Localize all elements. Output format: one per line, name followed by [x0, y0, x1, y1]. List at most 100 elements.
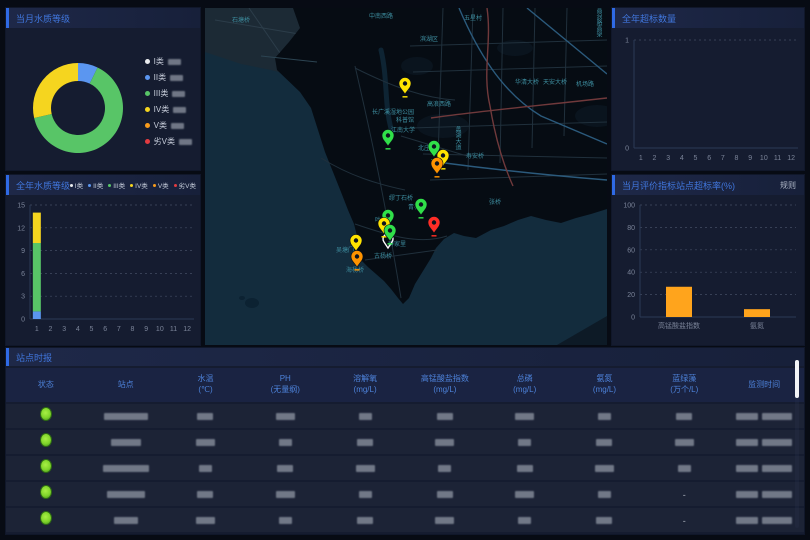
annual-legend-item-V类[interactable]: V类 [153, 180, 169, 190]
data-cell [405, 511, 485, 529]
redacted-value [279, 439, 292, 446]
legend-label: I类 [154, 56, 164, 67]
dashboard: 当月水质等级 I类II类III类IV类V类劣V类 全年水质等级 I类II类III… [0, 0, 810, 540]
data-cell [86, 459, 166, 477]
redacted-value [196, 439, 215, 446]
legend-item-劣V类[interactable]: 劣V类 [145, 136, 192, 147]
legend-item-III类[interactable]: III类 [145, 88, 192, 99]
legend-label: II类 [93, 180, 103, 190]
column-name: 蓝绿藻 [644, 374, 724, 385]
data-cell [166, 407, 246, 425]
redacted-value [762, 491, 792, 498]
stacked-bar-II类[interactable] [33, 311, 41, 319]
redacted-value [438, 465, 451, 472]
legend-label: V类 [158, 180, 169, 190]
svg-text:6: 6 [21, 271, 25, 278]
annual-grade-header: 全年水质等级 I类II类III类IV类V类劣V类 [6, 175, 200, 195]
data-cell: - [644, 485, 724, 503]
column-name: 监测时间 [724, 380, 804, 391]
table-row[interactable]: - [6, 508, 804, 532]
status-cell [6, 433, 86, 452]
monthly-rate-body: 020406080100高锰酸盐指数氨氮 [612, 195, 804, 345]
legend-label: IV类 [154, 104, 170, 115]
annual-exceed-panel: 全年超标数量 10123456789101112 [612, 8, 804, 170]
redacted-value [197, 413, 213, 420]
legend-value-redacted [171, 123, 184, 129]
legend-value-redacted [170, 75, 183, 81]
rules-link[interactable]: 规则 [780, 180, 796, 191]
station-table-title: 站点时报 [16, 351, 52, 364]
data-cell [166, 485, 246, 503]
svg-text:1: 1 [625, 38, 629, 45]
status-ok-icon [40, 407, 52, 421]
svg-text:20: 20 [627, 292, 635, 299]
annual-legend-item-III类[interactable]: III类 [108, 180, 125, 190]
legend-dot [130, 184, 133, 187]
redacted-value [518, 517, 531, 524]
map-label: 吴塘门 [336, 246, 354, 254]
rate-bar-氨氮[interactable] [744, 309, 770, 317]
svg-text:80: 80 [627, 225, 635, 232]
annual-exceed-chart: 10123456789101112 [612, 28, 804, 170]
annual-legend-item-IV类[interactable]: IV类 [130, 180, 148, 190]
legend-dot [70, 184, 73, 187]
svg-text:10: 10 [760, 155, 768, 162]
legend-value-redacted [173, 107, 186, 113]
redacted-value [736, 439, 758, 446]
table-row[interactable] [6, 404, 804, 428]
table-scrollbar-thumb[interactable] [795, 360, 799, 398]
data-cell [405, 485, 485, 503]
column-unit: (mg/L) [405, 385, 485, 396]
stacked-bar-III类[interactable] [33, 243, 41, 311]
svg-text:12: 12 [183, 326, 191, 333]
data-cell [86, 433, 166, 451]
data-cell [644, 407, 724, 425]
table-row[interactable] [6, 430, 804, 454]
data-cell [565, 485, 645, 503]
empty-value: - [683, 516, 686, 526]
map[interactable]: 石塘桥中南西路五星村滨湖区华清大桥天安大桥机场路高浪路高架高浪西路长广溪湿地公园… [205, 8, 607, 345]
data-cell: - [644, 511, 724, 529]
redacted-value [595, 465, 614, 472]
data-cell [325, 485, 405, 503]
stacked-bar-IV类[interactable] [33, 213, 41, 243]
svg-text:12: 12 [787, 155, 795, 162]
annual-legend-item-I类[interactable]: I类 [70, 180, 83, 190]
annual-grade-chart: 03691215123456789101112 [6, 195, 200, 345]
status-ok-icon [40, 511, 52, 525]
data-cell [485, 433, 565, 451]
redacted-value [736, 465, 758, 472]
status-ok-icon [40, 459, 52, 473]
column-header-水温: 水温(℃) [166, 374, 246, 396]
column-header-高锰酸盐指数: 高锰酸盐指数(mg/L) [405, 374, 485, 396]
svg-text:15: 15 [17, 203, 25, 210]
table-row[interactable] [6, 456, 804, 480]
redacted-value [596, 439, 612, 446]
column-unit: (mg/L) [565, 385, 645, 396]
status-cell [6, 459, 86, 478]
legend-item-V类[interactable]: V类 [145, 120, 192, 131]
redacted-value [675, 439, 694, 446]
data-cell [245, 485, 325, 503]
legend-item-I类[interactable]: I类 [145, 56, 192, 67]
redacted-value [736, 517, 758, 524]
monthly-rate-header: 当月评价指标站点超标率(%) 规则 [612, 175, 804, 195]
table-row[interactable]: - [6, 482, 804, 506]
status-ok-icon [40, 485, 52, 499]
legend-item-IV类[interactable]: IV类 [145, 104, 192, 115]
donut-slice-IV类[interactable] [33, 63, 78, 118]
rate-bar-高锰酸盐指数[interactable] [666, 287, 692, 317]
redacted-value [762, 517, 792, 524]
svg-text:4: 4 [76, 326, 80, 333]
svg-text:1: 1 [35, 326, 39, 333]
data-cell [86, 511, 166, 529]
monthly-grade-title: 当月水质等级 [16, 12, 70, 25]
legend-dot [153, 184, 156, 187]
annual-legend-item-II类[interactable]: II类 [88, 180, 103, 190]
legend-item-II类[interactable]: II类 [145, 72, 192, 83]
legend-dot [108, 184, 111, 187]
svg-text:8: 8 [735, 155, 739, 162]
status-ok-icon [40, 433, 52, 447]
table-column-headers: 状态站点水温(℃)PH(无量纲)溶解氧(mg/L)高锰酸盐指数(mg/L)总磷(… [6, 368, 804, 402]
annual-legend-item-劣V类[interactable]: 劣V类 [174, 180, 196, 190]
